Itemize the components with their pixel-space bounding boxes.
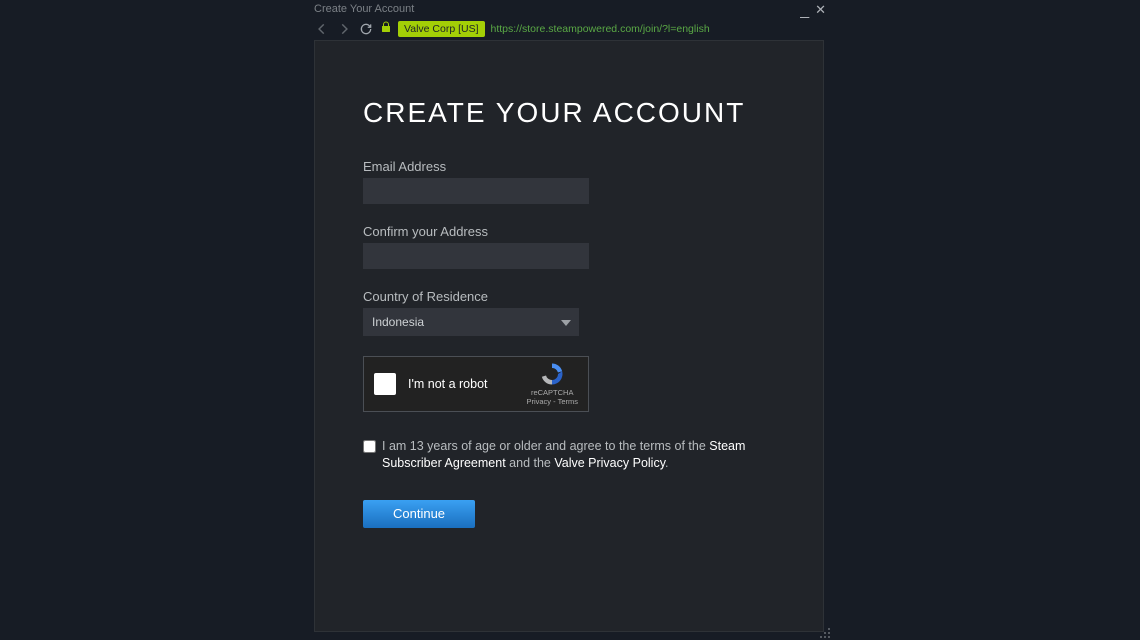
country-group: Country of Residence Indonesia [363, 289, 775, 336]
country-label: Country of Residence [363, 289, 775, 304]
page-title: CREATE YOUR ACCOUNT [363, 97, 775, 129]
privacy-policy-link[interactable]: Valve Privacy Policy [554, 456, 665, 470]
cert-badge[interactable]: Valve Corp [US] [398, 21, 485, 37]
country-select[interactable]: Indonesia [363, 308, 579, 336]
reload-button[interactable] [358, 21, 374, 37]
recaptcha-checkbox[interactable] [374, 373, 396, 395]
email-label: Email Address [363, 159, 775, 174]
continue-button[interactable]: Continue [363, 500, 475, 528]
app-window: Create Your Account _ ✕ Valve Corp [US] … [308, 0, 832, 640]
minimize-button[interactable]: _ [800, 3, 809, 19]
recaptcha-widget: I'm not a robot reCAPTCHA Privacy - Term… [363, 356, 589, 412]
recaptcha-badge: reCAPTCHA Privacy - Terms [526, 362, 578, 406]
confirm-field[interactable] [363, 243, 589, 269]
agree-text: I am 13 years of age or older and agree … [382, 438, 775, 472]
email-field[interactable] [363, 178, 589, 204]
agree-checkbox[interactable] [363, 440, 376, 453]
close-button[interactable]: ✕ [815, 3, 826, 16]
recaptcha-icon [539, 362, 565, 386]
email-group: Email Address [363, 159, 775, 204]
recaptcha-label: I'm not a robot [408, 377, 514, 391]
url-text[interactable]: https://store.steampowered.com/join/?l=e… [491, 23, 710, 35]
confirm-label: Confirm your Address [363, 224, 775, 239]
address-bar: Valve Corp [US] https://store.steampower… [308, 18, 832, 40]
page-content: CREATE YOUR ACCOUNT Email Address Confir… [314, 40, 824, 632]
back-button[interactable] [314, 21, 330, 37]
agree-row: I am 13 years of age or older and agree … [363, 438, 775, 472]
forward-button[interactable] [336, 21, 352, 37]
window-controls: _ ✕ [800, 1, 826, 17]
confirm-group: Confirm your Address [363, 224, 775, 269]
resize-grip[interactable] [819, 627, 831, 639]
window-title: Create Your Account [314, 3, 414, 15]
titlebar: Create Your Account _ ✕ [308, 0, 832, 18]
lock-icon [380, 20, 392, 39]
recaptcha-brand: reCAPTCHA [526, 388, 578, 397]
recaptcha-legal[interactable]: Privacy - Terms [526, 397, 578, 406]
